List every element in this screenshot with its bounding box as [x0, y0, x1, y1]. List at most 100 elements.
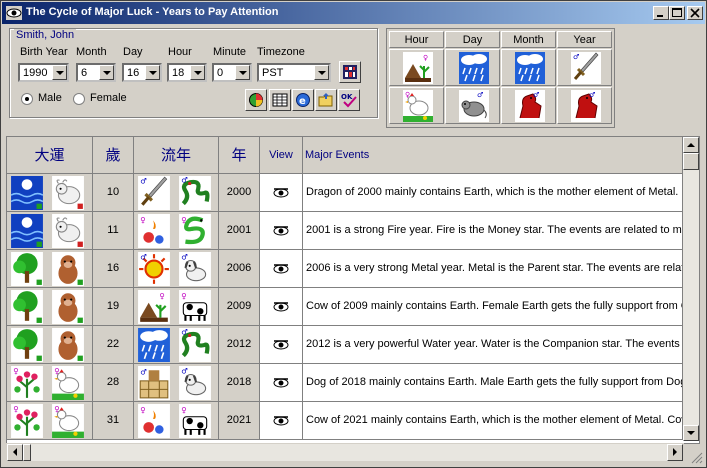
svg-text:e: e: [299, 96, 306, 107]
pillar-header-month: Month: [501, 31, 556, 48]
close-icon: [690, 8, 700, 18]
birth-year-select[interactable]: 1990: [18, 63, 69, 82]
title-bar[interactable]: The Cycle of Major Luck - Years to Pay A…: [2, 2, 705, 24]
table-row[interactable]: ♀ ♀ 31 ♀ ♀ 2021 Cow of 2021 mainly contains Ea…: [7, 402, 683, 440]
view-button[interactable]: [260, 402, 303, 440]
view-button[interactable]: [260, 364, 303, 402]
pillar-hour-stem[interactable]: ♀: [389, 49, 444, 86]
header-flow-year[interactable]: 流年: [134, 137, 219, 174]
major-luck-table[interactable]: 大運 歲 流年 年 View Major Events 10 ♂ ♂ 2000 Drag…: [6, 136, 700, 444]
goat-icon: [52, 176, 84, 210]
pillar-month-stem[interactable]: [501, 49, 556, 86]
month-select[interactable]: 6: [76, 63, 116, 82]
view-button[interactable]: [260, 250, 303, 288]
header-view[interactable]: View: [260, 137, 303, 174]
table-row[interactable]: 16 ♂ ♂ 2006 2006 is a very strong Metal year…: [7, 250, 683, 288]
flow-year-cell[interactable]: ♀ ♀: [134, 288, 219, 326]
chevron-down-icon[interactable]: [314, 65, 329, 80]
table-button[interactable]: [269, 89, 291, 111]
major-luck-cell[interactable]: [7, 250, 93, 288]
day-select[interactable]: 16: [122, 63, 162, 82]
chevron-down-icon[interactable]: [190, 65, 205, 80]
major-events-cell: Cow of 2021 mainly contains Earth, which…: [303, 402, 683, 440]
header-major-events[interactable]: Major Events: [303, 137, 683, 174]
table-row[interactable]: 19 ♀ ♀ 2009 Cow of 2009 mainly contains Eart…: [7, 288, 683, 326]
metal-sword-icon: ♂: [571, 52, 601, 84]
hour-select[interactable]: 18: [167, 63, 207, 82]
table-row[interactable]: ♀ ♀ 28 ♂ ♂ 2018 Dog of 2018 mainly contains Ea…: [7, 364, 683, 402]
svg-text:♂: ♂: [181, 328, 188, 336]
header-year[interactable]: 年: [219, 137, 260, 174]
chevron-down-icon[interactable]: [52, 65, 67, 80]
ok-button[interactable]: OK: [338, 89, 360, 111]
header-major-luck[interactable]: 大運: [7, 137, 93, 174]
flow-year-cell[interactable]: ♂ ♂: [134, 364, 219, 402]
window-title: The Cycle of Major Luck - Years to Pay A…: [26, 6, 279, 18]
vertical-scrollbar[interactable]: [683, 137, 699, 441]
view-button[interactable]: [260, 288, 303, 326]
pillar-hour-branch[interactable]: ♀: [389, 87, 444, 124]
scroll-up-button[interactable]: [683, 137, 699, 153]
male-radio[interactable]: [21, 93, 33, 105]
globe-icon: e: [296, 93, 310, 107]
table-row[interactable]: 10 ♂ ♂ 2000 Dragon of 2000 mainly contains E…: [7, 174, 683, 212]
flow-year-cell[interactable]: ♂ ♂: [134, 250, 219, 288]
vertical-scroll-thumb[interactable]: [683, 153, 699, 170]
dog-icon: ♂: [179, 366, 211, 400]
rat-icon: ♂: [459, 90, 489, 122]
horizontal-scroll-thumb[interactable]: [23, 444, 31, 461]
view-button[interactable]: [260, 174, 303, 212]
flow-year-cell[interactable]: ♂ ♂: [134, 174, 219, 212]
internet-button[interactable]: e: [292, 89, 314, 111]
four-pillars-panel: Hour Day Month Year ♀ ♂ ♀ ♂ ♂ ♂: [386, 28, 615, 128]
resize-grip-icon[interactable]: [691, 452, 703, 464]
rooster-icon: ♀: [52, 366, 84, 400]
chevron-down-icon[interactable]: [145, 65, 160, 80]
table-row[interactable]: 11 ♀ ♀ 2001 2001 is a strong Fire year. Fire…: [7, 212, 683, 250]
svg-text:♂: ♂: [140, 252, 147, 261]
scroll-down-button[interactable]: [683, 425, 699, 441]
pillar-day-stem[interactable]: [445, 49, 500, 86]
open-folder-button[interactable]: [315, 89, 337, 111]
chevron-down-icon[interactable]: [99, 65, 114, 80]
water-rain-icon: [459, 52, 489, 84]
pillar-day-branch[interactable]: ♂: [445, 87, 500, 124]
month-value: 6: [81, 67, 88, 79]
close-button[interactable]: [687, 6, 703, 20]
major-luck-cell[interactable]: [7, 174, 93, 212]
major-luck-cell[interactable]: [7, 212, 93, 250]
header-age[interactable]: 歲: [93, 137, 134, 174]
table-row[interactable]: 22 ♂ 2012 2012 is a very powerful Water yea…: [7, 326, 683, 364]
scroll-left-button[interactable]: [7, 444, 23, 461]
flow-year-cell[interactable]: ♀ ♀: [134, 402, 219, 440]
chevron-down-icon[interactable]: [235, 65, 250, 80]
major-events-cell: 2006 is a very strong Metal year. Metal …: [303, 250, 683, 288]
minimize-button[interactable]: [653, 6, 669, 20]
timezone-label: Timezone: [257, 46, 305, 58]
folder-icon: [318, 93, 333, 107]
wood-tree-icon: [11, 290, 43, 324]
pillar-year-stem[interactable]: ♂: [557, 49, 612, 86]
day-value: 16: [127, 67, 140, 79]
eye-icon: [273, 378, 289, 388]
horizontal-scrollbar[interactable]: [6, 443, 684, 462]
major-luck-cell[interactable]: ♀ ♀: [7, 364, 93, 402]
female-label: Female: [90, 92, 127, 104]
chart-button[interactable]: [245, 89, 267, 111]
minute-select[interactable]: 0: [212, 63, 252, 82]
calculate-button[interactable]: [339, 61, 361, 83]
major-luck-cell[interactable]: [7, 326, 93, 364]
flow-year-cell[interactable]: ♂: [134, 326, 219, 364]
view-button[interactable]: [260, 212, 303, 250]
maximize-button[interactable]: [669, 6, 685, 20]
pillar-year-branch[interactable]: ♂: [557, 87, 612, 124]
female-radio[interactable]: [73, 93, 85, 105]
view-button[interactable]: [260, 326, 303, 364]
flow-year-cell[interactable]: ♀ ♀: [134, 212, 219, 250]
scroll-right-button[interactable]: [667, 444, 683, 461]
svg-text:♀: ♀: [159, 292, 164, 301]
timezone-select[interactable]: PST: [257, 63, 331, 82]
major-luck-cell[interactable]: ♀ ♀: [7, 402, 93, 440]
pillar-month-branch[interactable]: ♂: [501, 87, 556, 124]
major-luck-cell[interactable]: [7, 288, 93, 326]
